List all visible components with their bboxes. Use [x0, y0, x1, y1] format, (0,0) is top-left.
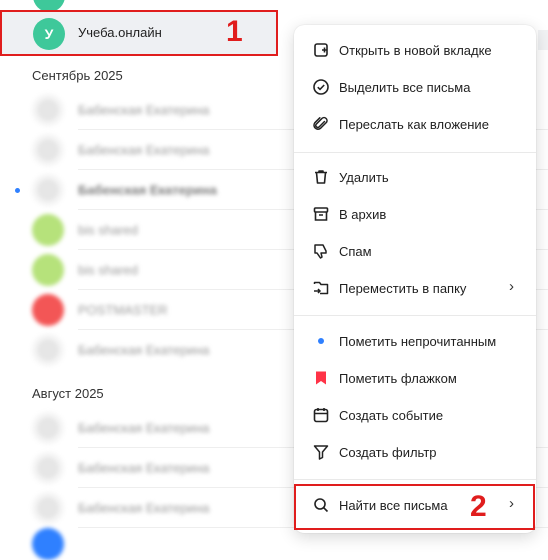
- menu-item-move-to-folder[interactable]: Переместить в папку ›: [294, 270, 536, 307]
- sender-name: Бабенская Екатерина: [78, 420, 210, 436]
- sender-name: bis shared: [78, 262, 138, 278]
- menu-item-delete[interactable]: Удалить: [294, 159, 536, 196]
- avatar: [32, 452, 64, 484]
- flag-icon: [316, 371, 326, 385]
- avatar: [32, 134, 64, 166]
- menu-item-select-all[interactable]: Выделить все письма: [294, 69, 536, 106]
- menu-item-label: Переслать как вложение: [339, 117, 489, 132]
- annotation-number-2: 2: [470, 490, 487, 523]
- sender-name: Бабенская Екатерина: [78, 342, 210, 358]
- avatar: [32, 528, 64, 560]
- avatar: [32, 294, 64, 326]
- menu-item-archive[interactable]: В архив: [294, 196, 536, 233]
- menu-item-label: Выделить все письма: [339, 80, 471, 95]
- check-circle-icon: [313, 79, 329, 95]
- chevron-right-icon: ›: [509, 278, 514, 295]
- filter-icon: [313, 445, 329, 460]
- menu-separator: [294, 315, 536, 316]
- menu-item-spam[interactable]: Спам: [294, 233, 536, 270]
- menu-item-label: Создать событие: [339, 408, 444, 423]
- menu-item-forward-attachment[interactable]: Переслать как вложение: [294, 106, 536, 143]
- context-menu: Открыть в новой вкладке Выделить все пис…: [294, 25, 536, 533]
- menu-item-label: Создать фильтр: [339, 445, 437, 460]
- annotation-box-2: [294, 484, 535, 530]
- menu-item-label: В архив: [339, 207, 387, 222]
- unread-dot-icon: [318, 338, 324, 344]
- thumbs-down-icon: [314, 244, 327, 259]
- menu-item-label: Пометить непрочитанным: [339, 334, 497, 349]
- new-tab-icon: [314, 43, 328, 57]
- sender-name: Бабенская Екатерина: [78, 460, 210, 476]
- menu-item-label: Открыть в новой вкладке: [339, 43, 492, 58]
- archive-icon: [313, 207, 329, 221]
- menu-item-label: Спам: [339, 244, 372, 259]
- menu-item-label: Удалить: [339, 170, 389, 185]
- avatar: [32, 174, 64, 206]
- sender-name: bis shared: [78, 222, 138, 238]
- menu-item-open-new-tab[interactable]: Открыть в новой вкладке: [294, 32, 536, 69]
- menu-separator: [294, 479, 536, 480]
- menu-separator: [294, 152, 536, 153]
- avatar: [32, 94, 64, 126]
- avatar: [32, 254, 64, 286]
- menu-item-label: Пометить флажком: [339, 371, 457, 386]
- sender-name: Бабенская Екатерина: [78, 182, 217, 198]
- section-title-september: Сентябрь 2025: [32, 68, 123, 83]
- calendar-icon: [313, 408, 329, 423]
- menu-item-create-filter[interactable]: Создать фильтр: [294, 434, 536, 471]
- avatar: [32, 412, 64, 444]
- avatar: [32, 334, 64, 366]
- section-title-august: Август 2025: [32, 386, 104, 401]
- menu-item-mark-flag[interactable]: Пометить флажком: [294, 360, 536, 397]
- scroll-edge: [538, 30, 548, 50]
- folder-move-icon: [313, 281, 329, 295]
- annotation-number-1: 1: [226, 15, 243, 48]
- avatar: [32, 492, 64, 524]
- sender-name: Бабенская Екатерина: [78, 142, 210, 158]
- sender-name: POSTMASTER: [78, 302, 168, 318]
- avatar: [32, 214, 64, 246]
- trash-icon: [315, 170, 327, 184]
- menu-item-create-event[interactable]: Создать событие: [294, 397, 536, 434]
- menu-item-label: Переместить в папку: [339, 281, 467, 296]
- paperclip-icon: [313, 116, 328, 130]
- sender-name: Бабенская Екатерина: [78, 500, 210, 516]
- menu-item-mark-unread[interactable]: Пометить непрочитанным: [294, 323, 536, 360]
- unread-dot: [15, 188, 20, 193]
- sender-name: Бабенская Екатерина: [78, 102, 210, 118]
